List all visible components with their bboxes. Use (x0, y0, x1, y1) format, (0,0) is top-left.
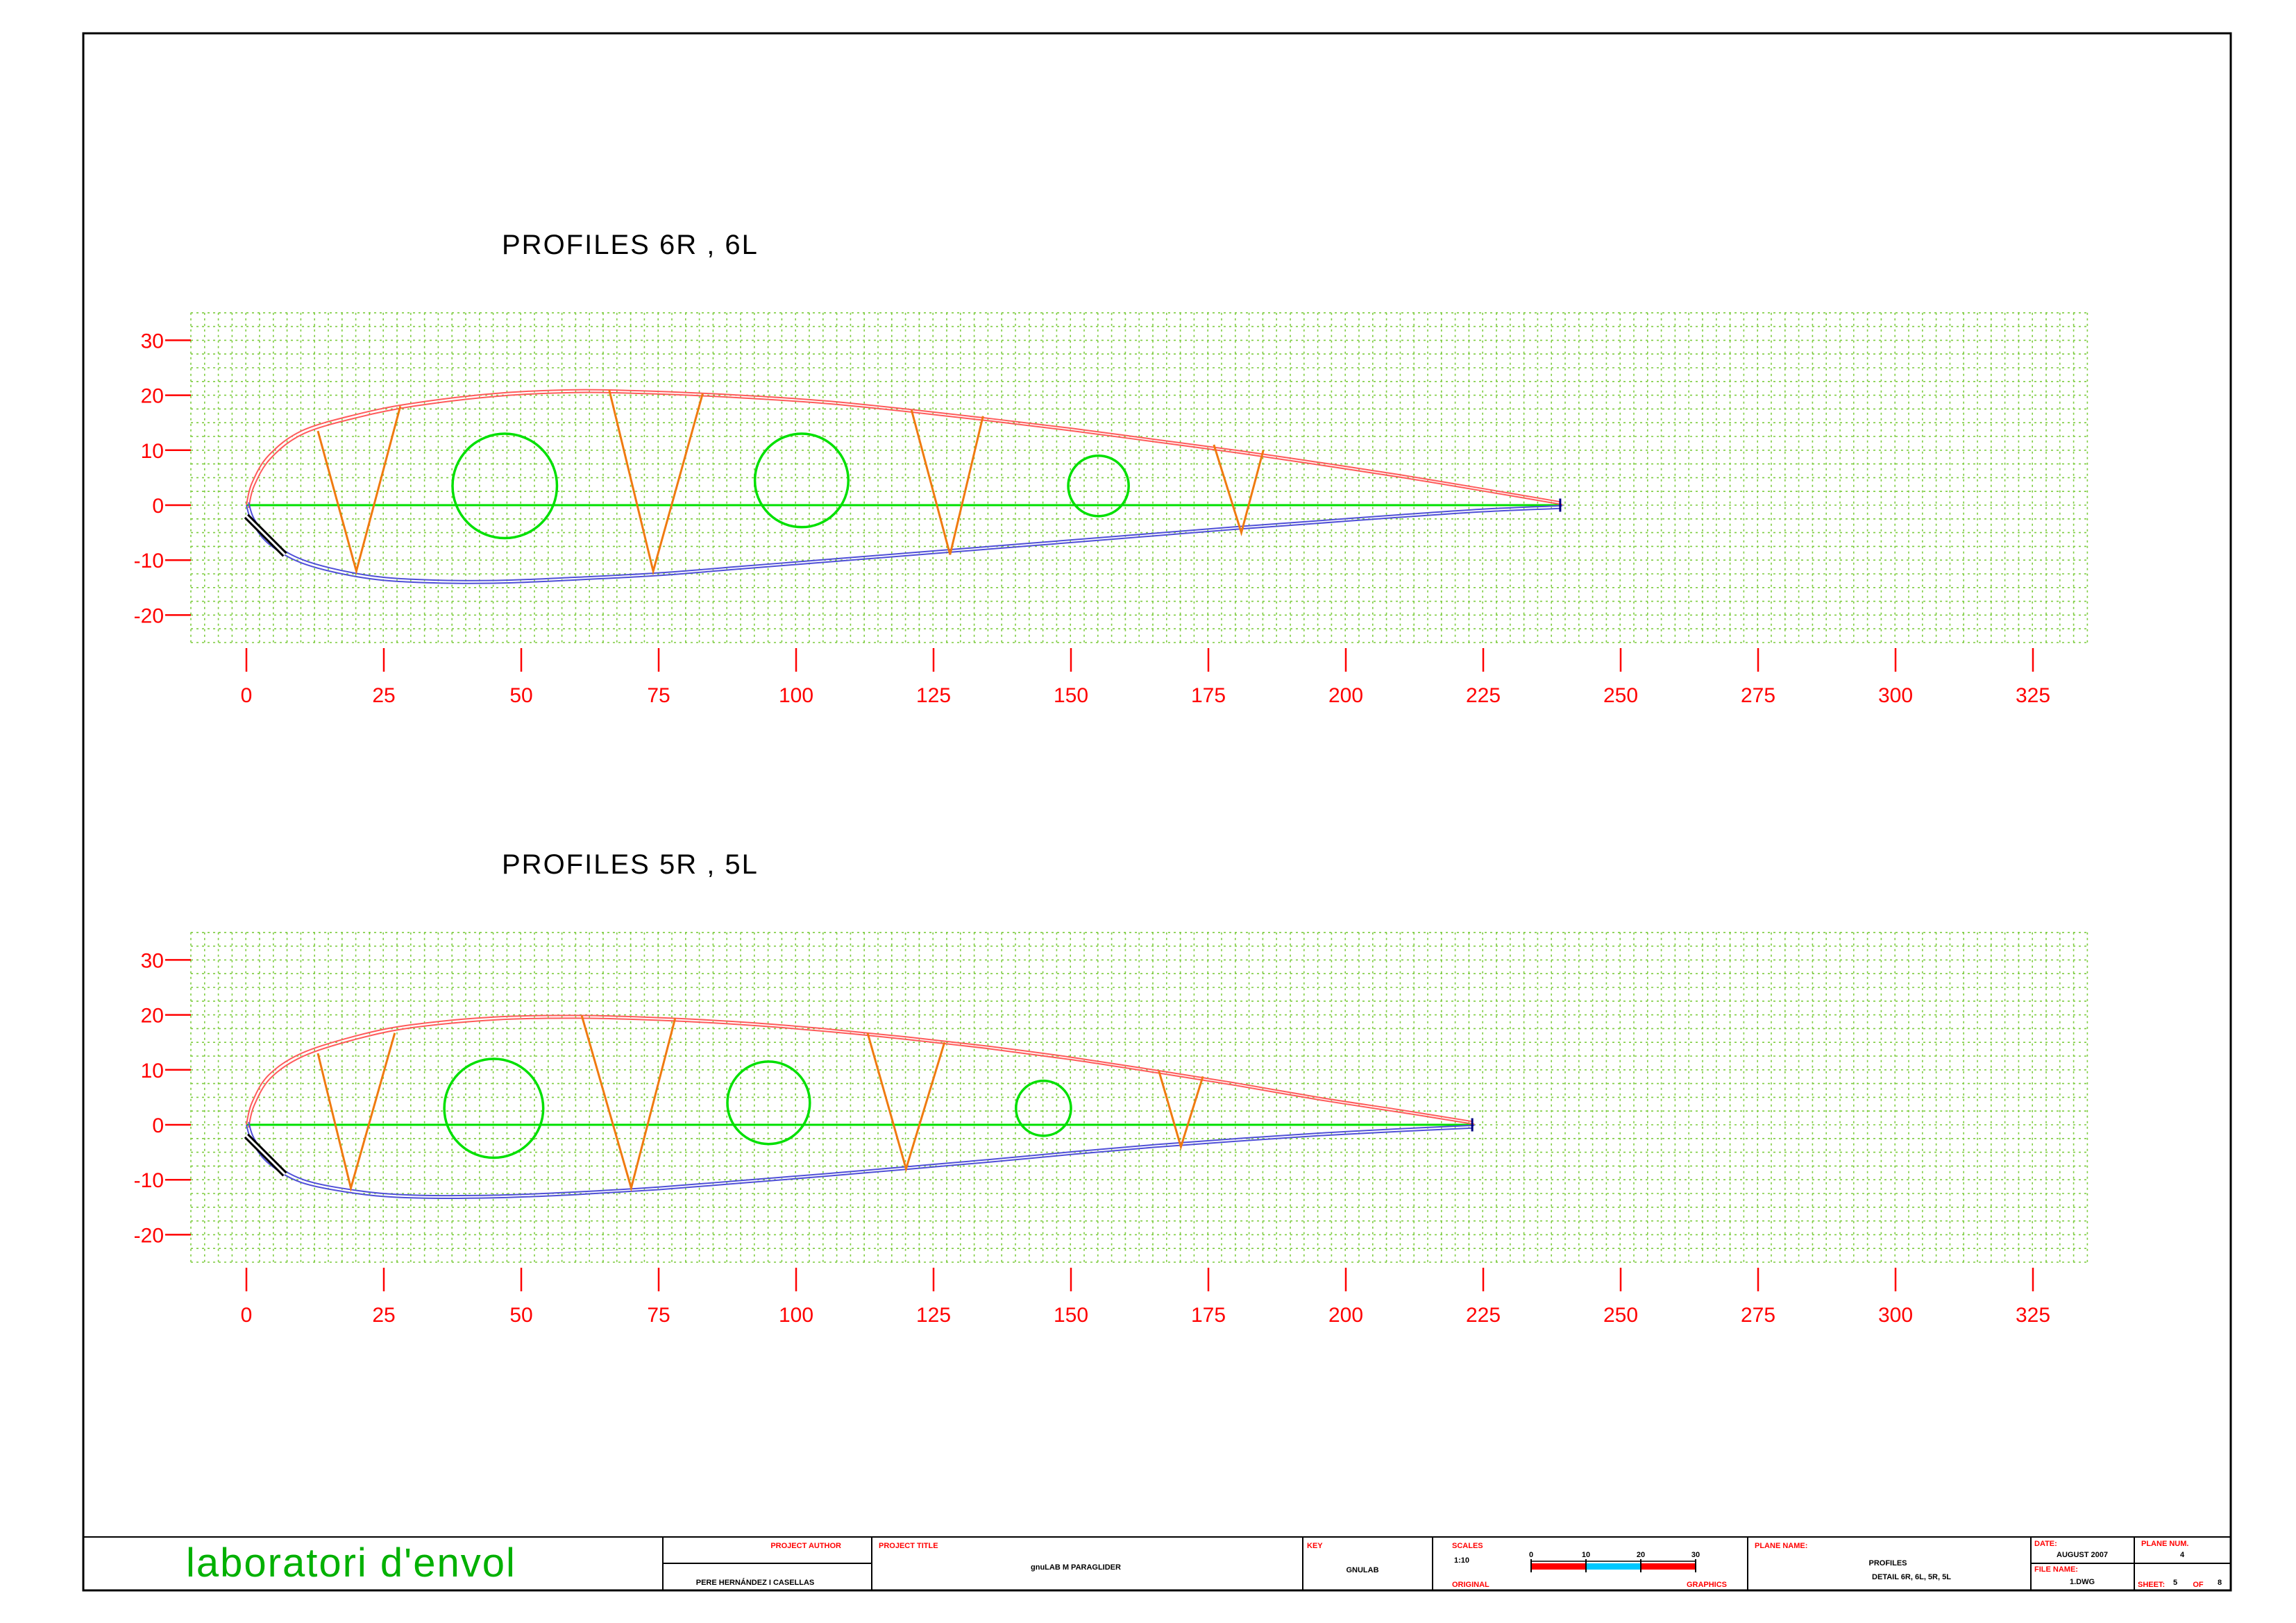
x-tick-label: 125 (916, 1304, 951, 1327)
lightening-hole (451, 432, 559, 540)
upper-skin (246, 389, 1561, 506)
x-tick-label: 150 (1054, 684, 1088, 707)
plane-name-line-1: PROFILES (1868, 1559, 1907, 1567)
project-title: gnuLAB M PARAGLIDER (1031, 1563, 1121, 1572)
x-tick-label: 250 (1603, 1304, 1638, 1327)
sheet-of-label: OF (2193, 1581, 2204, 1589)
x-tick-label: 175 (1191, 1304, 1226, 1327)
scale-tick-label: 10 (1582, 1551, 1590, 1559)
scale-segment (1586, 1563, 1641, 1570)
drawing-sheet: PROFILES 6R , 6L 3020100-10-200 25 50 75 100… (82, 32, 2232, 1592)
profile-geometry-1 (244, 389, 1563, 584)
lightening-hole (726, 1060, 811, 1146)
x-tick-label: 325 (2016, 684, 2050, 707)
x-tick-label: 125 (916, 684, 951, 707)
x-tick-label: 275 (1741, 1304, 1775, 1327)
x-tick-label: 175 (1191, 684, 1226, 707)
x-tick-label: 100 (779, 1304, 813, 1327)
sheet-counter: SHEET: 5 OF 8 (2138, 1579, 2222, 1589)
file-name-value: 1.DWG (2070, 1578, 2095, 1586)
x-tick-label: 250 (1603, 684, 1638, 707)
profile-grid-2 (190, 932, 2089, 1263)
original-label: ORIGINAL (1452, 1581, 1489, 1589)
sheet-label: SHEET: (2138, 1581, 2165, 1589)
y-tick-label: -10 (134, 550, 164, 572)
diagonal-rib (580, 1014, 677, 1192)
profile-panel-1: PROFILES 6R , 6L 3020100-10-200 25 50 75 100… (134, 230, 2089, 707)
x-tick-label: 25 (372, 684, 395, 707)
nose-tab-inner (245, 1135, 286, 1175)
project-title-label: PROJECT TITLE (879, 1542, 938, 1550)
y-tick-label: 0 (152, 495, 164, 518)
plane-num-label: PLANE NUM. (2141, 1540, 2188, 1548)
y-tick-label: 20 (141, 1005, 164, 1028)
project-author: PERE HERNÁNDEZ I CASELLAS (696, 1578, 815, 1587)
sheet-total: 8 (2218, 1579, 2222, 1587)
y-tick-label: 0 (152, 1114, 164, 1137)
x-tick-label: 25 (372, 1304, 395, 1327)
profile-title-2: PROFILES 5R , 5L (502, 849, 759, 880)
x-tick-label: 0 (241, 1304, 253, 1327)
lightening-hole (1015, 1079, 1072, 1137)
x-tick-label: 75 (647, 1304, 670, 1327)
diagonal-rib (608, 389, 704, 575)
y-tick-label: 30 (141, 949, 164, 972)
profile-title-1: PROFILES 6R , 6L (502, 230, 759, 260)
x-tick-label: 275 (1741, 684, 1775, 707)
y-tick-label: 20 (141, 385, 164, 408)
profile-panel-2: PROFILES 5R , 5L 3020100-10-200 25 50 75 100… (134, 849, 2089, 1327)
scale-tick-label: 20 (1637, 1551, 1645, 1559)
date-value: AUGUST 2007 (2057, 1551, 2108, 1559)
x-tick-label: 50 (509, 1304, 532, 1327)
x-tick-label: 225 (1466, 684, 1501, 707)
scale-value: 1:10 (1454, 1556, 1469, 1565)
x-tick-label: 200 (1328, 684, 1363, 707)
x-tick-label: 200 (1328, 1304, 1363, 1327)
plane-name-label: PLANE NAME: (1755, 1542, 1807, 1550)
x-tick-label: 150 (1054, 1304, 1088, 1327)
x-tick-label: 300 (1878, 684, 1913, 707)
date-label: DATE: (2034, 1540, 2057, 1548)
profile-grid-1 (190, 312, 2089, 643)
scale-bar: 0 10 20 30 (1529, 1551, 1700, 1572)
scale-tick-label: 30 (1691, 1551, 1700, 1559)
diagonal-rib (1158, 1070, 1204, 1150)
plane-name-line-2: DETAIL 6R, 6L, 5R, 5L (1872, 1573, 1951, 1581)
file-name-label: FILE NAME: (2034, 1565, 2078, 1574)
project-author-label: PROJECT AUTHOR (770, 1542, 841, 1550)
key-label: KEY (1307, 1542, 1323, 1550)
scale-segment (1641, 1563, 1696, 1570)
y-tick-label: 30 (141, 330, 164, 352)
x-tick-label: 50 (509, 684, 532, 707)
x-tick-label: 300 (1878, 1304, 1913, 1327)
x-tick-label: 75 (647, 684, 670, 707)
x-tick-label: 0 (241, 684, 253, 707)
x-tick-label: 325 (2016, 1304, 2050, 1327)
lightening-hole (443, 1057, 545, 1159)
lightening-hole (753, 432, 850, 529)
scales-label: SCALES (1452, 1542, 1483, 1550)
drawing-border (82, 32, 2232, 1592)
y-tick-label: -20 (134, 604, 164, 627)
key-value: GNULAB (1346, 1566, 1378, 1574)
y-tick-label: -20 (134, 1224, 164, 1247)
brand-logo-text: laboratori d'envol (186, 1540, 516, 1586)
y-tick-label: 10 (141, 1060, 164, 1082)
x-tick-label: 100 (779, 684, 813, 707)
scale-tick-label: 0 (1529, 1551, 1533, 1559)
y-tick-label: -10 (134, 1169, 164, 1192)
x-tick-label: 225 (1466, 1304, 1501, 1327)
sheet-current: 5 (2173, 1579, 2177, 1587)
y-tick-label: 10 (141, 440, 164, 463)
scale-segment (1531, 1563, 1586, 1570)
graphics-label: GRAPHICS (1687, 1581, 1727, 1589)
plane-num-value: 4 (2180, 1551, 2185, 1559)
nose-tab-inner (245, 515, 286, 556)
